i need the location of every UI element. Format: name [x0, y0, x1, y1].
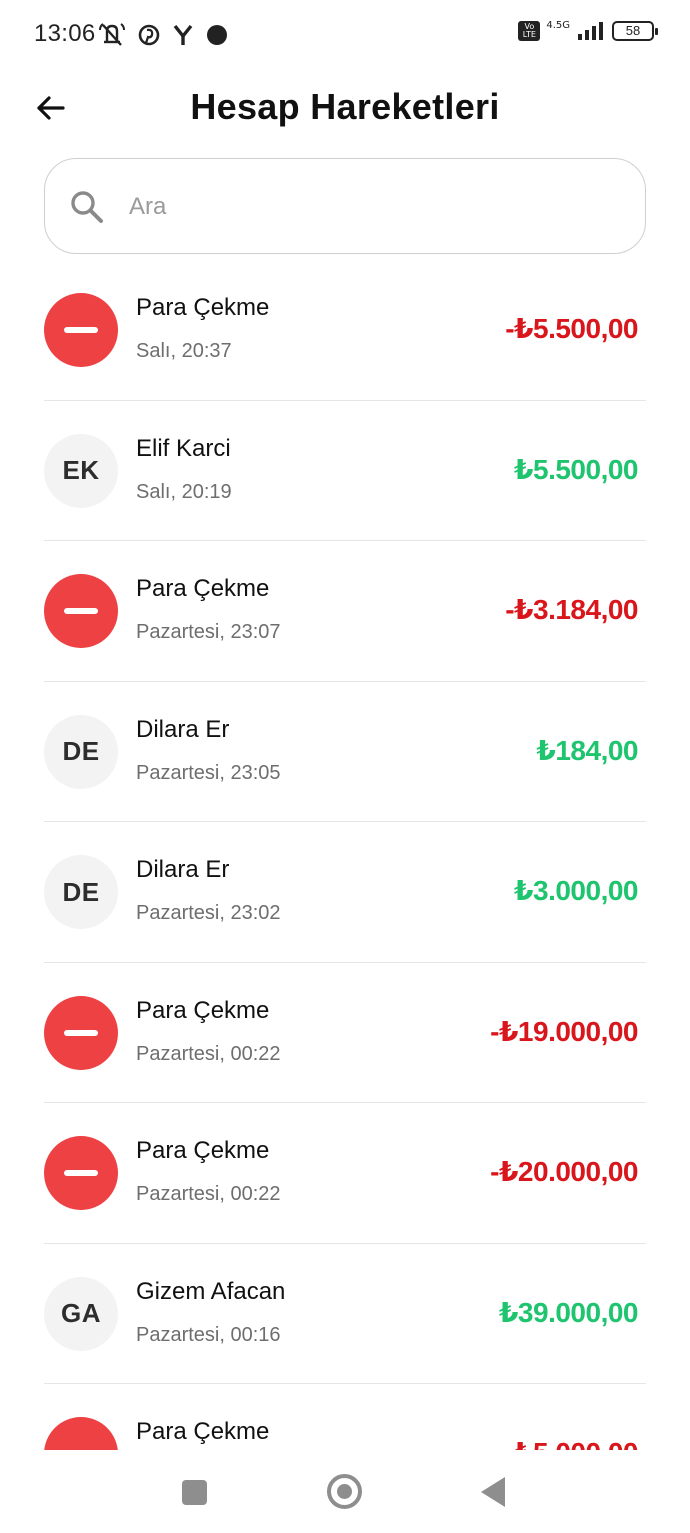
transaction-amount: -₺5.500,00 [505, 313, 638, 344]
signal-icon [578, 22, 603, 40]
volte-badge: Vo LTE [518, 21, 541, 41]
transaction-row[interactable]: EK Elif Karci Salı, 20:19 ₺5.500,00 [44, 401, 646, 541]
transaction-row[interactable]: Para Çekme Pazartesi, 00:22 -₺19.000,00 [44, 963, 646, 1103]
pinterest-icon [138, 24, 160, 46]
transaction-title: Dilara Er [136, 715, 230, 743]
minus-icon [64, 608, 98, 614]
transaction-title: Elif Karci [136, 434, 231, 462]
transaction-row[interactable]: Para Çekme -₺5.000,00 [44, 1384, 646, 1450]
minus-icon [64, 1170, 98, 1176]
transaction-date: Pazartesi, 00:22 [136, 1183, 281, 1205]
transaction-date: Pazartesi, 23:07 [136, 621, 281, 643]
transaction-title: Para Çekme [136, 1418, 270, 1445]
status-notification-icons [98, 22, 228, 48]
transaction-title: Dilara Er [136, 856, 230, 883]
transaction-date: Pazartesi, 00:16 [136, 1323, 281, 1346]
search-icon [71, 191, 103, 223]
status-bar: 13:06 Vo LTE 4.5G 58 [0, 0, 690, 70]
network-type: 4.5G [546, 19, 570, 31]
transaction-amount: ₺5.500,00 [514, 453, 638, 485]
minus-icon [64, 1029, 98, 1036]
battery-icon: 58 [612, 21, 658, 41]
page-title: Hesap Hareketleri [190, 86, 500, 127]
transaction-date: Pazartesi, 23:02 [136, 902, 281, 924]
system-nav-bar [0, 1450, 690, 1533]
transaction-row[interactable]: Para Çekme Pazartesi, 23:07 -₺3.184,00 [44, 541, 646, 682]
system-back-button[interactable] [481, 1477, 505, 1507]
app-notification-icon [173, 24, 193, 45]
transaction-amount: -₺20.000,00 [490, 1156, 638, 1187]
withdraw-icon [44, 995, 118, 1070]
transaction-title: Para Çekme [136, 1137, 270, 1164]
transaction-amount: ₺3.000,00 [514, 875, 638, 906]
withdraw-icon [44, 1417, 118, 1450]
recents-button[interactable] [182, 1480, 207, 1505]
transaction-amount: -₺5.000,00 [505, 1436, 638, 1450]
status-time: 13:06 [34, 20, 96, 47]
mute-icon [99, 23, 125, 46]
transaction-title: Para Çekme [136, 575, 270, 602]
transaction-amount: ₺184,00 [536, 734, 638, 766]
withdraw-icon [44, 574, 118, 648]
app-header: Hesap Hareketleri [0, 70, 690, 150]
transaction-date: Pazartesi, 00:22 [136, 1042, 281, 1065]
transaction-list[interactable]: Para Çekme Salı, 20:37 -₺5.500,00 EK Elif Ka… [44, 260, 646, 1450]
transaction-row[interactable]: DE Dilara Er Pazartesi, 23:02 ₺3.000,00 [44, 822, 646, 963]
minus-icon [64, 327, 98, 333]
transaction-title: Gizem Afacan [136, 1277, 286, 1305]
transaction-amount: ₺39.000,00 [498, 1296, 639, 1328]
home-button[interactable] [327, 1474, 362, 1509]
transaction-row[interactable]: DE Dilara Er Pazartesi, 23:05 ₺184,00 [44, 682, 646, 822]
contact-avatar: EK [44, 433, 118, 508]
transaction-amount: -₺19.000,00 [490, 1015, 638, 1047]
transaction-date: Pazartesi, 23:05 [136, 761, 281, 784]
withdraw-icon [44, 293, 118, 367]
contact-avatar: GA [44, 1276, 118, 1351]
transaction-date: Salı, 20:19 [136, 480, 232, 503]
transaction-title: Para Çekme [136, 294, 270, 321]
transaction-row[interactable]: GA Gizem Afacan Pazartesi, 00:16 ₺39.000,00 [44, 1244, 646, 1384]
contact-avatar: DE [44, 855, 118, 929]
search-box[interactable] [44, 158, 646, 254]
status-system-icons: Vo LTE 4.5G 58 [518, 19, 658, 42]
dot-icon [207, 25, 227, 45]
transaction-date: Salı, 20:37 [136, 340, 232, 362]
contact-avatar: DE [44, 714, 118, 789]
withdraw-icon [44, 1136, 118, 1210]
transaction-title: Para Çekme [136, 996, 270, 1024]
transaction-row[interactable]: Para Çekme Pazartesi, 00:22 -₺20.000,00 [44, 1103, 646, 1244]
transaction-amount: -₺3.184,00 [505, 594, 638, 625]
transaction-row[interactable]: Para Çekme Salı, 20:37 -₺5.500,00 [44, 260, 646, 401]
search-input[interactable] [129, 185, 609, 229]
